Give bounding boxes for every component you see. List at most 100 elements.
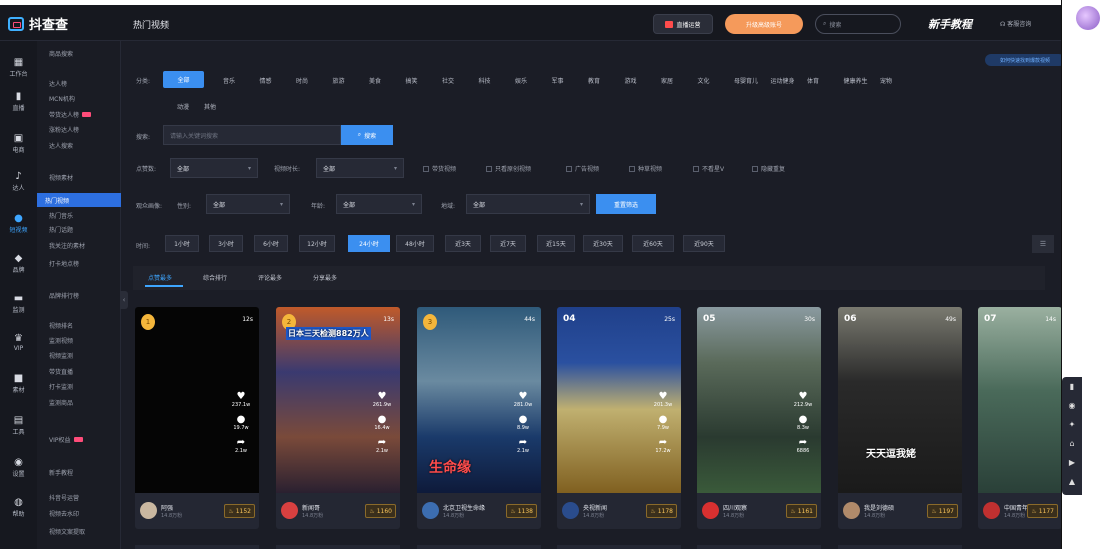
author-avatar[interactable] [422, 502, 439, 519]
category-chip-7[interactable]: 社交 [442, 76, 454, 85]
checkbox-box[interactable] [693, 165, 699, 172]
chat-icon[interactable]: ◉ [1062, 396, 1082, 415]
category-chip-16[interactable]: 运动健身 [771, 76, 795, 85]
author-name[interactable]: 我是刘德硕 [864, 503, 894, 512]
checkbox-box[interactable] [423, 165, 429, 172]
filter-checkbox-5[interactable]: 隐藏重复 [752, 164, 785, 173]
filter-checkbox-0[interactable]: 带货视频 [423, 164, 456, 173]
menu-item-6[interactable]: 视频素材 [49, 173, 73, 182]
user-avatar[interactable] [1076, 6, 1100, 30]
sidebar-item-7[interactable]: ♛ VIP [0, 333, 37, 352]
category-chip-9[interactable]: 娱乐 [515, 76, 527, 85]
sidebar-item-0[interactable]: ▦ 工作台 [0, 57, 37, 78]
time-chip-3[interactable]: 12小时 [299, 235, 335, 252]
share-icon[interactable]: ➦ [370, 437, 394, 448]
author-avatar[interactable] [140, 502, 157, 519]
tab-overall[interactable]: 综合排行 [203, 273, 227, 282]
sidebar-item-1[interactable]: ▮ 直播 [0, 91, 37, 112]
category-chip-18[interactable]: 健康养生 [844, 76, 868, 85]
logo[interactable]: 抖查查 [8, 14, 68, 33]
comment-icon[interactable]: ● [651, 414, 675, 425]
author-avatar[interactable] [843, 502, 860, 519]
time-chip-11[interactable]: 近90天 [683, 235, 725, 252]
category-chip-17[interactable]: 体育 [807, 76, 819, 85]
time-chip-8[interactable]: 近15天 [537, 235, 575, 252]
menu-item-5[interactable]: 达人搜索 [49, 141, 73, 150]
menu-item-15[interactable]: 视频监测 [49, 351, 73, 360]
category-chip-20[interactable]: 动漫 [177, 102, 189, 111]
comment-icon[interactable]: ● [370, 414, 394, 425]
collapse-sidebar-button[interactable]: ‹ [120, 291, 128, 309]
menu-item-14[interactable]: 监测视频 [49, 336, 73, 345]
menu-item-20[interactable]: 新手教程 [49, 468, 73, 477]
author-name[interactable]: 四川观察 [723, 503, 747, 512]
menu-item-19[interactable]: VIP权益 [49, 435, 83, 444]
heart-icon[interactable]: ♥ [370, 391, 394, 402]
heart-icon[interactable]: ♥ [229, 391, 253, 402]
sidebar-item-3[interactable]: ♪ 达人 [0, 171, 37, 192]
time-chip-10[interactable]: 近60天 [632, 235, 674, 252]
time-chip-7[interactable]: 近7天 [490, 235, 526, 252]
category-chip-4[interactable]: 旅游 [333, 76, 345, 85]
category-chip-21[interactable]: 其他 [204, 102, 216, 111]
author-avatar[interactable] [562, 502, 579, 519]
sidebar-item-2[interactable]: ▣ 电商 [0, 133, 37, 154]
menu-item-hot-videos[interactable]: 热门视频 [45, 196, 69, 205]
checkbox-box[interactable] [752, 165, 758, 172]
star-icon[interactable]: ✦ [1062, 415, 1082, 434]
gender-select[interactable]: 全部 ▾ [206, 194, 290, 214]
filter-checkbox-1[interactable]: 只看原创视频 [486, 164, 531, 173]
video-card[interactable]: 04 25s ♥ 201.3w ● 7.9w ➦ 17.2w 央视新闻 14.8万粉 ♨ 1178 [557, 307, 681, 529]
time-chip-6[interactable]: 近3天 [445, 235, 481, 252]
keyword-input[interactable]: 请输入关键词搜索 [163, 125, 341, 145]
like-count-select[interactable]: 全部 ▾ [170, 158, 258, 178]
sidebar-item-10[interactable]: ◉ 设置 [0, 457, 37, 478]
help-link[interactable]: 如何快速找到爆款视频 [985, 54, 1062, 66]
category-chip-3[interactable]: 时尚 [296, 76, 308, 85]
time-chip-0[interactable]: 1小时 [165, 235, 199, 252]
duration-select[interactable]: 全部 ▾ [316, 158, 404, 178]
video-thumbnail[interactable] [978, 307, 1062, 493]
checkbox-box[interactable] [566, 165, 572, 172]
heart-icon[interactable]: ♥ [791, 391, 815, 402]
author-avatar[interactable] [983, 502, 1000, 519]
checkbox-box[interactable] [629, 165, 635, 172]
top-icon[interactable]: ▲ [1062, 472, 1082, 491]
menu-item-4[interactable]: 涨粉达人榜 [49, 125, 79, 134]
time-chip-5[interactable]: 48小时 [396, 235, 434, 252]
tab-most-shares[interactable]: 分享最多 [313, 273, 337, 282]
keyword-search-button[interactable]: ⌕ 搜索 [341, 125, 393, 145]
category-chip-1[interactable]: 音乐 [223, 76, 235, 85]
filter-checkbox-2[interactable]: 广告视频 [566, 164, 599, 173]
heart-icon[interactable]: ♥ [511, 391, 535, 402]
video-card[interactable]: 07 14s 中国青年报 14.8万粉 ♨ 1177 [978, 307, 1062, 529]
menu-item-1[interactable]: 达人榜 [49, 79, 67, 88]
region-select[interactable]: 全部 ▾ [466, 194, 590, 214]
age-select[interactable]: 全部 ▾ [336, 194, 422, 214]
author-name[interactable]: 新闻哥 [302, 503, 320, 512]
filter-checkbox-3[interactable]: 种草视频 [629, 164, 662, 173]
comment-icon[interactable]: ● [229, 414, 253, 425]
upgrade-button[interactable]: 升级高级账号 [725, 14, 803, 34]
video-card[interactable]: 05 30s ♥ 212.9w ● 8.3w ➦ 6886 四川观察 14.8万粉 ♨ 1161 [697, 307, 821, 529]
author-name[interactable]: 北京卫视生命缘 [443, 503, 485, 512]
share-icon[interactable]: ➦ [651, 437, 675, 448]
category-chip-13[interactable]: 家居 [661, 76, 673, 85]
menu-item-9[interactable]: 热门话题 [49, 225, 73, 234]
helpdesk-link[interactable]: ☊ 客服咨询 [1000, 19, 1031, 28]
menu-item-10[interactable]: 我关注的素材 [49, 241, 85, 250]
category-chip-11[interactable]: 教育 [588, 76, 600, 85]
play-icon[interactable]: ▶ [1062, 453, 1082, 472]
menu-item-21[interactable]: 抖音号运营 [49, 493, 79, 502]
category-chip-10[interactable]: 军事 [552, 76, 564, 85]
menu-item-8[interactable]: 热门音乐 [49, 211, 73, 220]
menu-item-23[interactable]: 视频文案提取 [49, 527, 85, 536]
home-icon[interactable]: ⌂ [1062, 434, 1082, 453]
author-avatar[interactable] [281, 502, 298, 519]
menu-item-11[interactable]: 打卡地点榜 [49, 259, 79, 268]
share-icon[interactable]: ➦ [511, 437, 535, 448]
comment-icon[interactable]: ● [791, 414, 815, 425]
checkbox-box[interactable] [486, 165, 492, 172]
video-card[interactable]: 3 44s 生命缘 ♥ 281.0w ● 8.9w ➦ 2.1w 北京卫视生命缘 14.8万粉 ♨ 11… [417, 307, 541, 529]
comment-icon[interactable]: ● [511, 414, 535, 425]
